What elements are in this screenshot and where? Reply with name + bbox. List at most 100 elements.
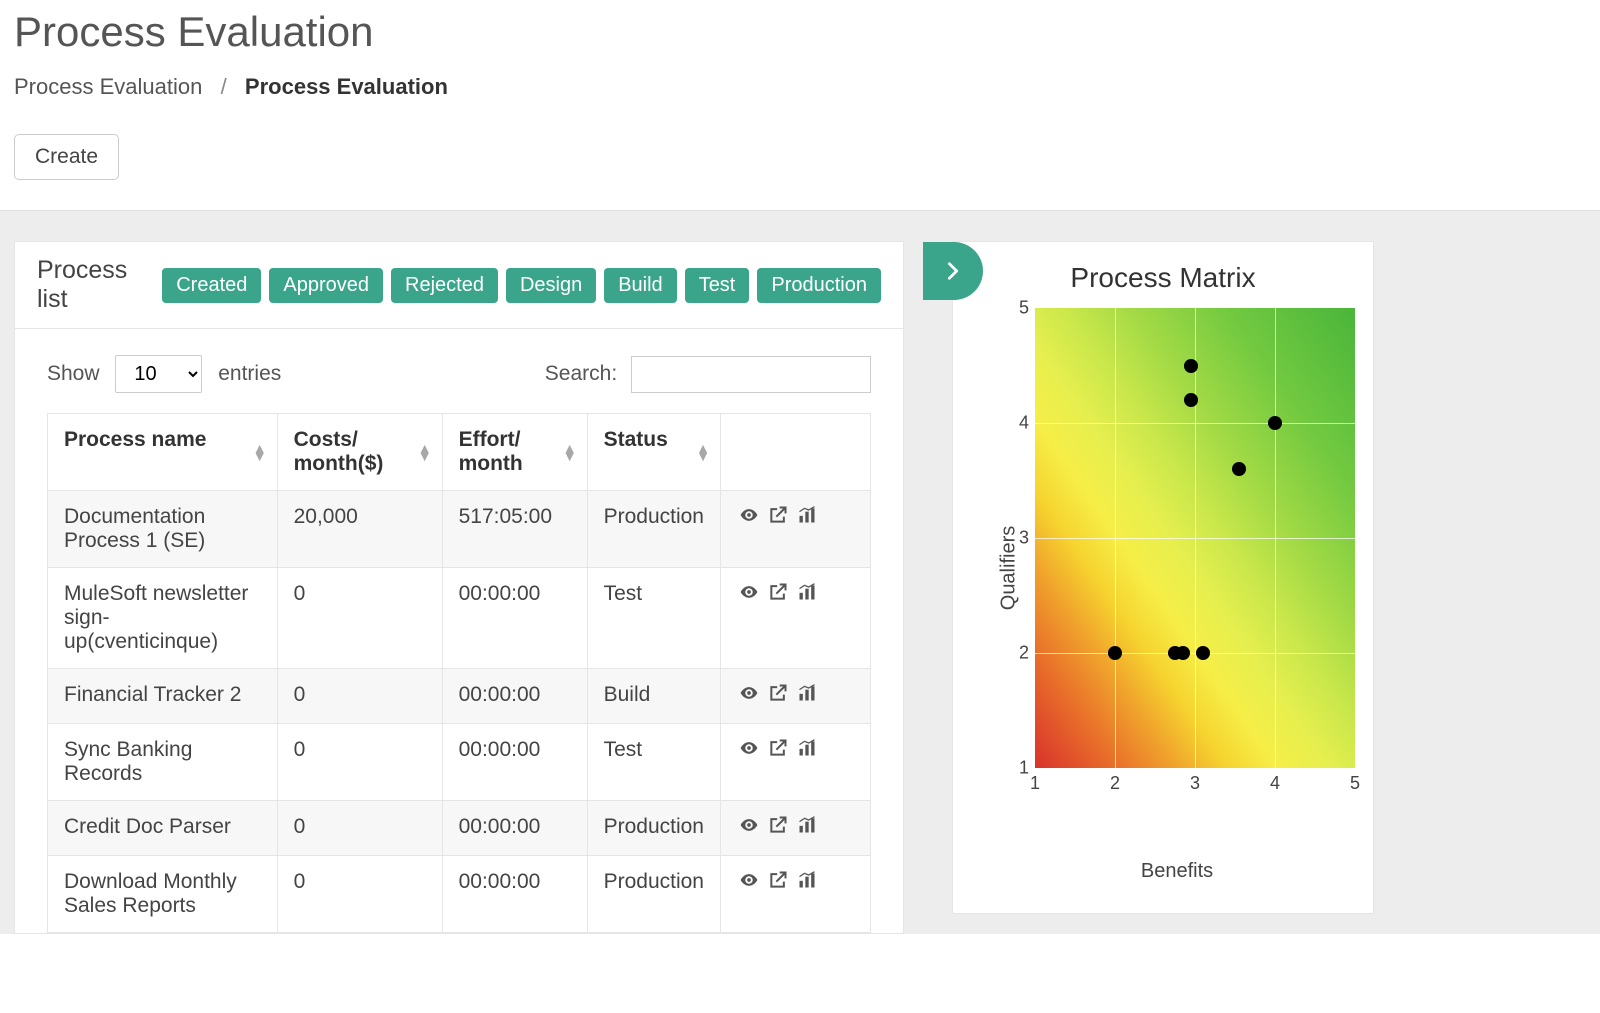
bar-chart-icon[interactable] (795, 683, 819, 703)
cell-name: Sync Banking Records (48, 724, 278, 801)
bar-chart-icon[interactable] (795, 738, 819, 758)
table-row: Credit Doc Parser000:00:00Production (48, 801, 871, 856)
chart-x-tick: 3 (1190, 773, 1200, 794)
sort-icon: ▲▼ (696, 444, 710, 460)
cell-name: Documentation Process 1 (SE) (48, 491, 278, 568)
create-button[interactable]: Create (14, 134, 119, 180)
status-filter-group: Created Approved Rejected Design Build T… (162, 268, 881, 303)
chart-y-tick: 1 (1009, 758, 1029, 779)
eye-icon[interactable] (737, 683, 761, 703)
chart-point (1196, 646, 1210, 660)
cell-actions (721, 669, 871, 724)
bar-chart-icon[interactable] (795, 870, 819, 890)
col-effort-label: Effort/ month (459, 428, 523, 475)
table-row: Download Monthly Sales Reports000:00:00P… (48, 856, 871, 933)
bar-chart-icon[interactable] (795, 505, 819, 525)
cell-status: Production (587, 801, 720, 856)
cell-costs: 20,000 (277, 491, 442, 568)
status-filter-build[interactable]: Build (604, 268, 676, 303)
external-link-icon[interactable] (767, 683, 789, 703)
chart-y-tick: 5 (1009, 298, 1029, 319)
chart-x-tick: 4 (1270, 773, 1280, 794)
chart-x-tick: 5 (1350, 773, 1360, 794)
breadcrumb: Process Evaluation / Process Evaluation (14, 74, 1586, 100)
external-link-icon[interactable] (767, 815, 789, 835)
chart-point (1184, 393, 1198, 407)
breadcrumb-separator: / (214, 74, 232, 99)
search-label: Search: (545, 362, 617, 385)
col-effort[interactable]: Effort/ month ▲▼ (442, 414, 587, 491)
status-filter-test[interactable]: Test (685, 268, 750, 303)
cell-status: Production (587, 856, 720, 933)
cell-effort: 00:00:00 (442, 801, 587, 856)
process-list-panel: Process list Created Approved Rejected D… (14, 241, 904, 934)
status-filter-created[interactable]: Created (162, 268, 261, 303)
cell-costs: 0 (277, 856, 442, 933)
col-process-name-label: Process name (64, 428, 206, 451)
process-table: Process name ▲▼ Costs/ month($) ▲▼ Effor… (47, 413, 871, 933)
eye-icon[interactable] (737, 582, 761, 602)
status-filter-design[interactable]: Design (506, 268, 596, 303)
cell-costs: 0 (277, 669, 442, 724)
cell-actions (721, 568, 871, 669)
chart-point (1268, 416, 1282, 430)
col-process-name[interactable]: Process name ▲▼ (48, 414, 278, 491)
col-costs[interactable]: Costs/ month($) ▲▼ (277, 414, 442, 491)
chart-y-tick: 4 (1009, 413, 1029, 434)
bar-chart-icon[interactable] (795, 582, 819, 602)
entries-per-page: Show 10 entries (47, 355, 281, 393)
cell-actions (721, 724, 871, 801)
process-matrix-panel: Process Matrix Qualifiers 1234512345 Ben… (952, 241, 1374, 914)
eye-icon[interactable] (737, 738, 761, 758)
chart-y-tick: 3 (1009, 528, 1029, 549)
eye-icon[interactable] (737, 505, 761, 525)
search-input[interactable] (631, 356, 871, 393)
cell-name: Download Monthly Sales Reports (48, 856, 278, 933)
cell-costs: 0 (277, 801, 442, 856)
status-filter-rejected[interactable]: Rejected (391, 268, 498, 303)
cell-effort: 00:00:00 (442, 724, 587, 801)
cell-effort: 517:05:00 (442, 491, 587, 568)
cell-costs: 0 (277, 568, 442, 669)
chart-x-tick: 1 (1030, 773, 1040, 794)
cell-costs: 0 (277, 724, 442, 801)
chart-point (1176, 646, 1190, 660)
status-filter-approved[interactable]: Approved (269, 268, 383, 303)
cell-name: Financial Tracker 2 (48, 669, 278, 724)
process-list-title: Process list (37, 256, 162, 314)
external-link-icon[interactable] (767, 738, 789, 758)
chart-point (1232, 462, 1246, 476)
cell-actions (721, 491, 871, 568)
eye-icon[interactable] (737, 870, 761, 890)
cell-effort: 00:00:00 (442, 856, 587, 933)
status-filter-production[interactable]: Production (757, 268, 881, 303)
chevron-right-icon (942, 260, 964, 282)
collapse-toggle[interactable] (923, 242, 983, 300)
col-status[interactable]: Status ▲▼ (587, 414, 720, 491)
external-link-icon[interactable] (767, 870, 789, 890)
chart: Qualifiers 1234512345 (997, 308, 1357, 828)
show-label-post: entries (218, 362, 281, 385)
sort-icon: ▲▼ (253, 444, 267, 460)
sort-icon: ▲▼ (418, 444, 432, 460)
chart-point (1108, 646, 1122, 660)
bar-chart-icon[interactable] (795, 815, 819, 835)
col-status-label: Status (604, 428, 668, 451)
cell-status: Production (587, 491, 720, 568)
table-row: Documentation Process 1 (SE)20,000517:05… (48, 491, 871, 568)
cell-name: MuleSoft newsletter sign-up(cventicinque… (48, 568, 278, 669)
cell-status: Test (587, 568, 720, 669)
breadcrumb-root[interactable]: Process Evaluation (14, 74, 202, 99)
external-link-icon[interactable] (767, 505, 789, 525)
entries-select[interactable]: 10 (115, 355, 202, 393)
cell-actions (721, 856, 871, 933)
table-row: Sync Banking Records000:00:00Test (48, 724, 871, 801)
external-link-icon[interactable] (767, 582, 789, 602)
eye-icon[interactable] (737, 815, 761, 835)
page-title: Process Evaluation (14, 8, 1586, 56)
table-row: MuleSoft newsletter sign-up(cventicinque… (48, 568, 871, 669)
search-control: Search: (545, 356, 871, 393)
breadcrumb-current: Process Evaluation (245, 74, 448, 99)
cell-effort: 00:00:00 (442, 568, 587, 669)
sort-icon: ▲▼ (563, 444, 577, 460)
